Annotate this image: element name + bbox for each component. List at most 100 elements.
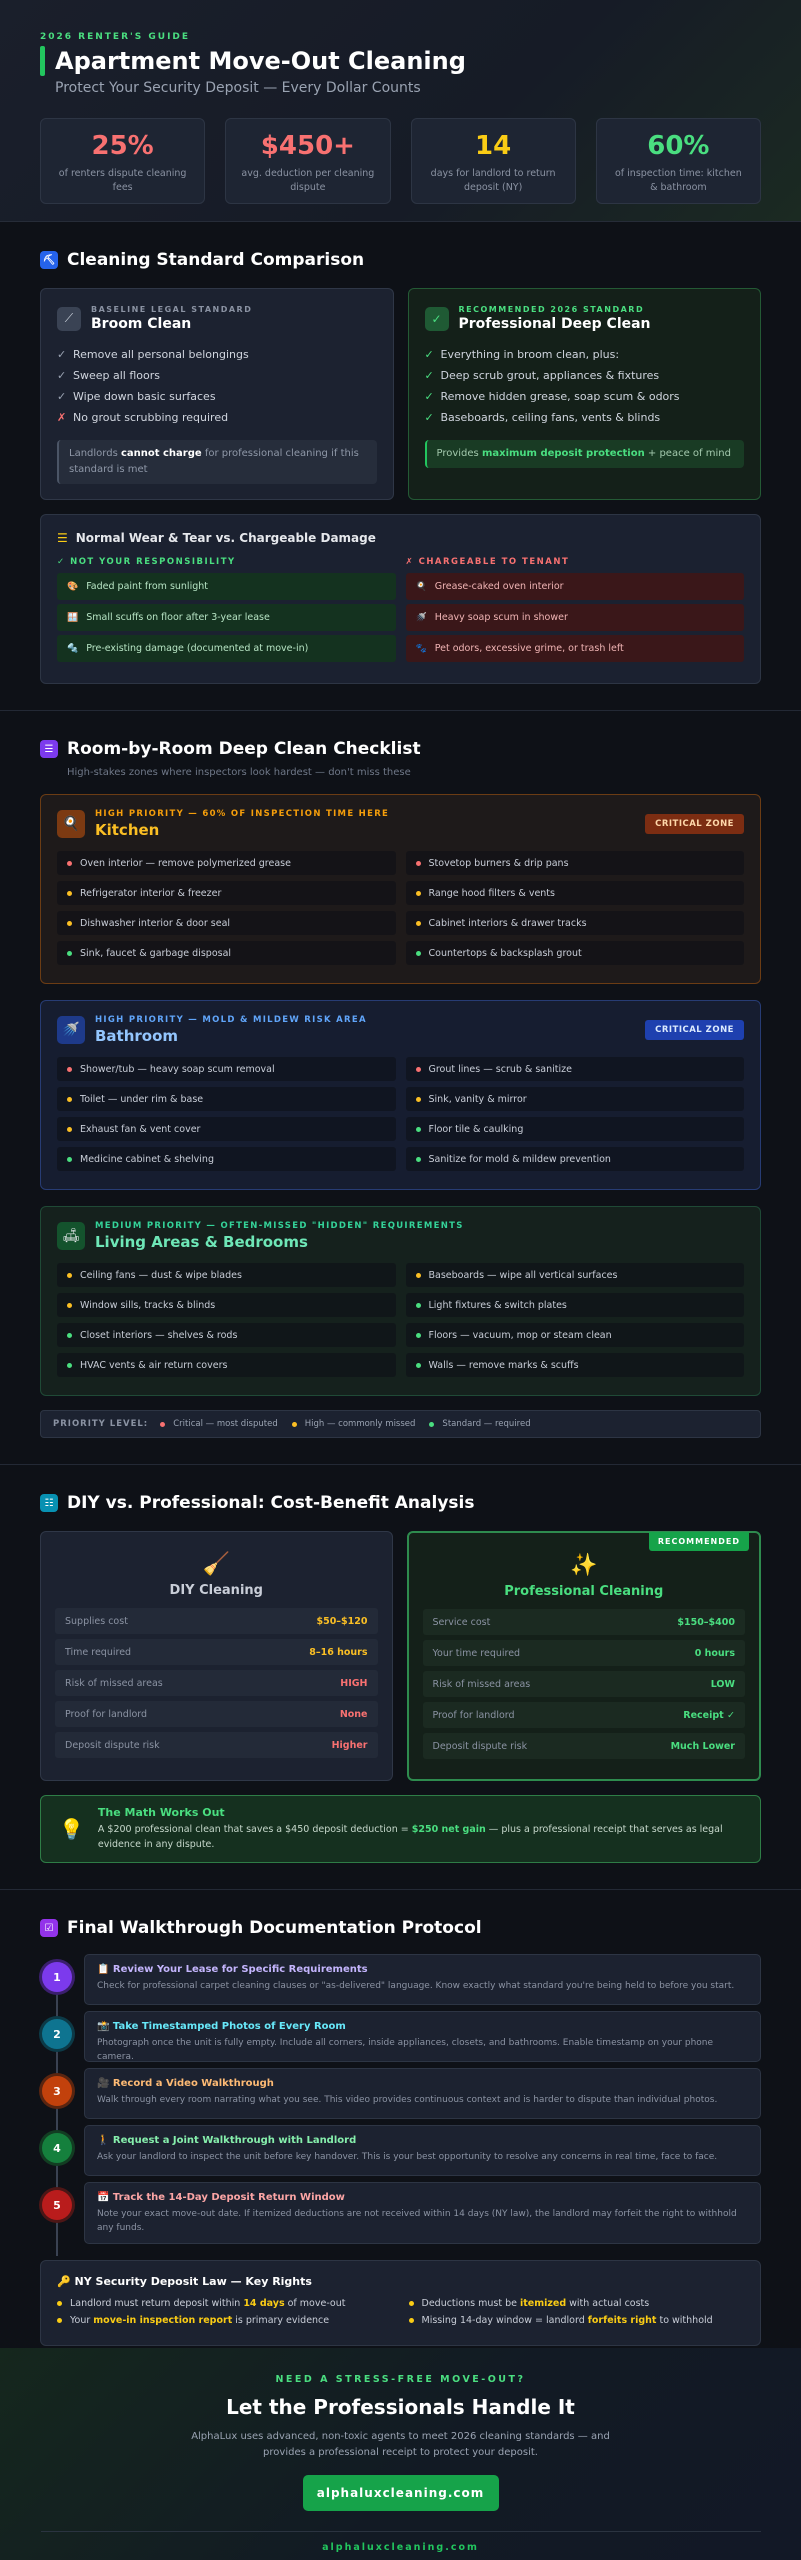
priority-dot bbox=[67, 1066, 72, 1072]
checklist-item: Grout lines — scrub & sanitize bbox=[405, 1057, 744, 1081]
step-number: 2 bbox=[40, 2011, 74, 2062]
item-text: HVAC vents & air return covers bbox=[80, 1359, 228, 1371]
footer-cta: NEED A STRESS-FREE MOVE-OUT? Let the Pro… bbox=[0, 2348, 801, 2560]
row-value: LOW bbox=[710, 1678, 735, 1690]
room-head: 🚿 HIGH PRIORITY — MOLD & MILDEW RISK ARE… bbox=[57, 1015, 744, 1045]
checklist-item: Sink, vanity & mirror bbox=[405, 1087, 744, 1111]
rooms-section: ☰ Room-by-Room Deep Clean Checklist High… bbox=[0, 711, 801, 1465]
living-areas-card: 🛋 MEDIUM PRIORITY — OFTEN-MISSED "HIDDEN… bbox=[40, 1206, 761, 1396]
room-tag: HIGH PRIORITY — MOLD & MILDEW RISK AREA bbox=[95, 1015, 367, 1025]
room-head: 🍳 HIGH PRIORITY — 60% OF INSPECTION TIME… bbox=[57, 809, 744, 839]
stat-card: 14 days for landlord to return deposit (N… bbox=[410, 118, 576, 204]
footer-desc-line: AlphaLux uses advanced, non-toxic agents… bbox=[191, 2431, 610, 2442]
room-tag: MEDIUM PRIORITY — OFTEN-MISSED "HIDDEN" … bbox=[95, 1221, 464, 1231]
law-post: with actual costs bbox=[569, 2298, 650, 2309]
footer-site-link[interactable]: alphaluxcleaning.com bbox=[0, 2542, 801, 2553]
checklist-item: Cabinet interiors & drawer tracks bbox=[405, 911, 744, 935]
item-text: Closet interiors — shelves & rods bbox=[80, 1329, 238, 1341]
legend-item: Standard — required bbox=[429, 1419, 531, 1429]
lightbulb-icon: 💡 bbox=[59, 1817, 84, 1841]
window-icon: 🪟 bbox=[67, 612, 79, 623]
room-name: Kitchen bbox=[95, 821, 160, 839]
footer-eyebrow: NEED A STRESS-FREE MOVE-OUT? bbox=[275, 2374, 526, 2385]
row-key: Proof for landlord bbox=[432, 1709, 515, 1721]
checklist-item: Window sills, tracks & blinds bbox=[57, 1293, 396, 1317]
checklist-item: Light fixtures & switch plates bbox=[405, 1293, 744, 1317]
ny-law-panel: 🔑 NY Security Deposit Law — Key Rights L… bbox=[40, 2260, 761, 2346]
footer-title: Let the Professionals Handle It bbox=[226, 2395, 575, 2419]
row-value: HIGH bbox=[340, 1677, 368, 1689]
item-text: Faded paint from sunlight bbox=[86, 581, 208, 592]
item-text: Small scuffs on floor after 3-year lease bbox=[86, 612, 270, 623]
checklist-item: Shower/tub — heavy soap scum removal bbox=[57, 1057, 396, 1081]
step: 5 📅 Track the 14-Day Deposit Return Windo… bbox=[40, 2182, 761, 2244]
law-pre: Your bbox=[70, 2315, 91, 2326]
wear-columns: ✓ NOT YOUR RESPONSIBILITY 🎨 Faded paint f… bbox=[57, 557, 744, 666]
law-title: 🔑 NY Security Deposit Law — Key Rights bbox=[57, 2275, 312, 2288]
item-text: Countertops & backsplash grout bbox=[428, 947, 582, 959]
checklist-item: Medicine cabinet & shelving bbox=[57, 1147, 396, 1171]
header: 2026 RENTER'S GUIDE Apartment Move-Out C… bbox=[0, 0, 801, 222]
critical-zone-badge: CRITICAL ZONE bbox=[645, 1020, 744, 1040]
stat-label: days for landlord to return deposit (NY) bbox=[430, 168, 556, 193]
item-text: Range hood filters & vents bbox=[428, 887, 555, 899]
sliders-icon: ☷ bbox=[40, 1494, 58, 1512]
cost-row: Your time required 0 hours bbox=[422, 1640, 745, 1666]
step-number: 1 bbox=[40, 1954, 74, 2005]
shower-icon: 🚿 bbox=[415, 612, 427, 623]
stat-value: $450+ bbox=[260, 131, 355, 161]
step: 3 🎥 Record a Video Walkthrough Walk throug… bbox=[40, 2068, 761, 2119]
list-item: ✓ Remove all personal belongings bbox=[57, 344, 377, 365]
step-title: 📋 Review Your Lease for Specific Require… bbox=[97, 1964, 368, 1975]
item-text: Wipe down basic surfaces bbox=[73, 390, 216, 403]
card-name: DIY Cleaning bbox=[169, 1583, 263, 1598]
math-body: A $200 professional clean that saves a $… bbox=[98, 1823, 742, 1852]
bolt-icon: 🔩 bbox=[67, 643, 79, 654]
list-item: ✓ Deep scrub grout, appliances & fixtures bbox=[425, 365, 745, 386]
checklist-item: Countertops & backsplash grout bbox=[405, 941, 744, 965]
item-text: Remove hidden grease, soap scum & odors bbox=[440, 390, 680, 403]
website-button[interactable]: alphaluxcleaning.com bbox=[302, 2475, 499, 2511]
checklist-item: Range hood filters & vents bbox=[405, 881, 744, 905]
row-value: Receipt ✓ bbox=[683, 1709, 735, 1721]
legend-item: High — commonly missed bbox=[291, 1419, 415, 1429]
row-key: Time required bbox=[65, 1646, 132, 1658]
stat-card: 60% of inspection time: kitchen & bathroo… bbox=[595, 118, 761, 204]
row-key: Supplies cost bbox=[65, 1615, 128, 1627]
row-key: Deposit dispute risk bbox=[432, 1740, 528, 1752]
step-title: 🎥 Record a Video Walkthrough bbox=[97, 2078, 274, 2089]
note-post: + peace of mind bbox=[644, 448, 731, 459]
section-title: ⛏ Cleaning Standard Comparison bbox=[40, 250, 761, 270]
section-title: ☷ DIY vs. Professional: Cost-Benefit Ana… bbox=[40, 1493, 761, 1513]
broom-icon: ⟋ bbox=[57, 306, 81, 331]
checklist-item: Baseboards — wipe all vertical surfaces bbox=[405, 1263, 744, 1287]
checklist-item: Toilet — under rim & base bbox=[57, 1087, 396, 1111]
checklist-item: Exhaust fan & vent cover bbox=[57, 1117, 396, 1141]
check-icon: ✓ bbox=[424, 348, 434, 361]
list-item: ✓ Sweep all floors bbox=[57, 365, 377, 386]
checklist-item: Walls — remove marks & scuffs bbox=[405, 1353, 744, 1377]
step: 2 📸 Take Timestamped Photos of Every Room… bbox=[40, 2011, 761, 2062]
row-value: $50–$120 bbox=[316, 1615, 368, 1627]
law-bold: move-in inspection report bbox=[93, 2315, 233, 2326]
stat-value: 60% bbox=[647, 131, 710, 161]
list-item: ✓ Remove hidden grease, soap scum & odors bbox=[425, 386, 745, 407]
diy-card: 🧹 DIY Cleaning Supplies cost $50–$120 Tim… bbox=[40, 1531, 393, 1781]
step-body: 📸 Take Timestamped Photos of Every Room P… bbox=[84, 2011, 761, 2062]
room-tag: HIGH PRIORITY — 60% OF INSPECTION TIME H… bbox=[95, 809, 390, 819]
cost-row: Deposit dispute risk Much Lower bbox=[422, 1733, 745, 1759]
checklist-item: Oven interior — remove polymerized greas… bbox=[57, 851, 396, 875]
wear-item: 🔩 Pre-existing damage (documented at move… bbox=[57, 635, 396, 662]
law-pre: Landlord must return deposit within bbox=[70, 2298, 241, 2309]
priority-dot bbox=[67, 1332, 72, 1338]
list-item: ✓ Wipe down basic surfaces bbox=[57, 386, 377, 407]
walkthrough-section: ☑ Final Walkthrough Documentation Protoc… bbox=[0, 1890, 801, 2346]
step-body: 📋 Review Your Lease for Specific Require… bbox=[84, 1954, 761, 2005]
item-text: No grout scrubbing required bbox=[73, 411, 229, 424]
list-item: ✗ No grout scrubbing required bbox=[57, 407, 377, 428]
checklist-item: Stovetop burners & drip pans bbox=[405, 851, 744, 875]
paint-icon: 🎨 bbox=[67, 581, 79, 592]
priority-dot bbox=[415, 1096, 421, 1102]
math-callout: 💡 The Math Works Out A $200 professional… bbox=[40, 1795, 761, 1863]
cost-cards: 🧹 DIY Cleaning Supplies cost $50–$120 Tim… bbox=[40, 1531, 761, 1781]
